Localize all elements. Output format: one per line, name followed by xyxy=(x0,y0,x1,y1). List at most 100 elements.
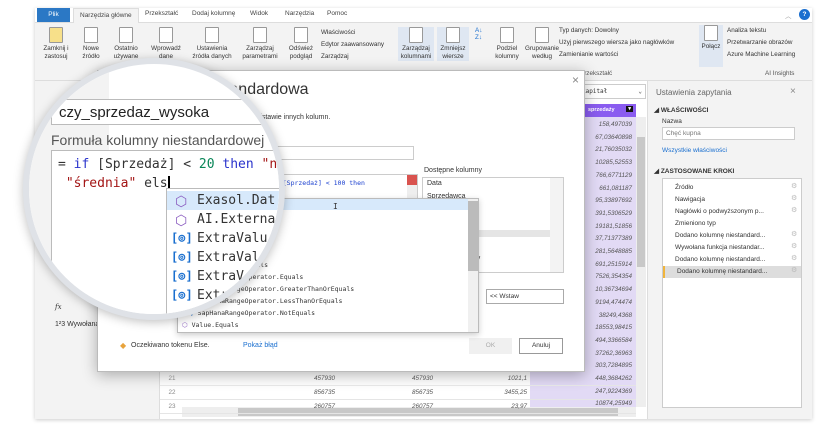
reduce-rows-button[interactable]: Zmniejsz wiersze xyxy=(437,27,469,61)
query-item[interactable]: 1²3 Wywołana xyxy=(55,321,99,328)
cell-value: 95,33897692 xyxy=(595,197,632,205)
refresh-preview-button[interactable]: Odśwież podgląd xyxy=(286,27,316,61)
applied-step[interactable]: Wywołana funkcja niestandar... xyxy=(663,242,801,254)
cell-value: 661,081187 xyxy=(599,184,632,192)
applied-step[interactable]: Zmieniono typ xyxy=(663,218,801,230)
applied-step[interactable]: Nagłówki o podwyższonym p... xyxy=(663,206,801,218)
split-icon xyxy=(500,27,514,43)
collapse-ribbon-icon[interactable]: ︿ xyxy=(785,10,792,20)
step-settings-gear-icon[interactable]: ⚙ xyxy=(791,242,797,250)
applied-step[interactable]: Źródło xyxy=(663,182,801,194)
cell-value: 158,497039 xyxy=(598,121,632,128)
new-source-button[interactable]: Nowe źródło xyxy=(77,27,105,61)
close-apply-icon xyxy=(49,27,63,43)
cell-value: 21,76035032 xyxy=(595,146,632,154)
autocomplete-item[interactable]: ⬡ Value.Equals xyxy=(182,321,239,329)
help-icon[interactable]: ? xyxy=(799,9,810,20)
applied-step[interactable]: Dodano kolumnę niestandard... xyxy=(663,254,801,266)
table-row: 21 457930 457930 1021,1 xyxy=(160,372,636,386)
applied-steps-header[interactable]: ◢ ZASTOSOWANE KROKI xyxy=(654,167,734,175)
mag-autocomplete-item[interactable]: [⊚] ExtraV xyxy=(167,267,279,286)
cell-value: 7526,354354 xyxy=(595,273,632,281)
cell-value: 18553,98415 xyxy=(595,324,632,332)
step-settings-gear-icon[interactable]: ⚙ xyxy=(791,230,797,238)
magnifier: Zam czy_sprzedaz_wysoka Formuła kolumny … xyxy=(23,58,285,320)
mag-autocomplete-item[interactable]: [⊚] ExtraValu xyxy=(167,229,279,248)
data-type-dropdown[interactable]: Typ danych: Dowolny xyxy=(559,27,619,34)
query-name-input[interactable]: Chęć kupna xyxy=(662,127,795,140)
first-row-headers-button[interactable]: Użyj pierwszego wiersza jako nagłówków xyxy=(559,39,674,46)
text-analytics-button[interactable]: Analiza tekstu xyxy=(727,27,766,34)
cell-value: 10285,52553 xyxy=(595,159,632,167)
available-column-item[interactable]: Data xyxy=(427,180,442,187)
applied-step[interactable]: Nawigacja xyxy=(663,194,801,206)
ok-button[interactable]: OK xyxy=(469,338,512,354)
mag-autocomplete-item[interactable]: [⊚] Extr xyxy=(167,286,279,305)
applied-steps-list: Źródło ⚙ Nawigacja ⚙ Nagłówki o podwyższonym… xyxy=(662,178,802,408)
cell-value: 281,5648885 xyxy=(595,248,632,255)
properties-button[interactable]: Właściwości xyxy=(321,29,355,36)
step-settings-gear-icon[interactable]: ⚙ xyxy=(791,266,797,274)
tab-add-column[interactable]: Dodaj kolumnę xyxy=(192,10,235,17)
cell-value: 67,03640898 xyxy=(595,133,632,141)
mag-autocomplete-label: Extr xyxy=(197,288,229,303)
azure-ml-button[interactable]: Azure Machine Learning xyxy=(727,51,795,58)
cell-value: 856735 xyxy=(411,389,433,396)
properties-header[interactable]: ◢ WŁAŚCIWOŚCI xyxy=(654,106,708,114)
row-number: 22 xyxy=(168,389,176,396)
step-settings-gear-icon[interactable]: ⚙ xyxy=(791,182,797,190)
filter-icon[interactable]: ▾ xyxy=(626,106,633,112)
mag-autocomplete-label: AI.Externa xyxy=(197,212,276,227)
show-error-link[interactable]: Pokaż błąd xyxy=(243,342,278,349)
tab-tools[interactable]: Narzędzia xyxy=(285,10,314,17)
text-cursor-icon: I xyxy=(333,202,338,211)
tab-transform[interactable]: Przekształć xyxy=(145,10,178,17)
group-by-button[interactable]: Grupowanie według xyxy=(524,27,560,61)
source-settings-button[interactable]: Ustawienia źródła danych xyxy=(190,27,234,61)
dialog-close-icon[interactable]: × xyxy=(572,73,579,87)
cell-value: 457930 xyxy=(411,375,433,382)
table-row: 23 260757 260757 23,97 xyxy=(160,400,636,414)
mag-autocomplete-item[interactable]: ⬡ AI.Externa xyxy=(167,210,279,229)
cell-value: 38249,4368 xyxy=(598,311,632,319)
vision-button[interactable]: Przetwarzanie obrazów xyxy=(727,39,792,46)
row-number: 21 xyxy=(168,375,176,382)
value-icon: [⊚] xyxy=(171,269,193,283)
applied-step[interactable]: Dodano kolumnę niestandard... xyxy=(663,230,801,242)
column-dropdown[interactable]: kapitał ⌄ xyxy=(578,84,646,99)
manage-columns-button[interactable]: Zarządzaj kolumnami xyxy=(398,27,434,61)
tab-help[interactable]: Pomoc xyxy=(327,10,347,17)
sort-icon[interactable]: A↓ Z↓ xyxy=(475,27,482,41)
step-settings-gear-icon[interactable]: ⚙ xyxy=(791,206,797,214)
tab-file[interactable]: Plik xyxy=(37,8,70,22)
cell-value: 494,3366584 xyxy=(595,336,632,344)
vertical-scrollbar[interactable] xyxy=(636,117,646,407)
columns-icon xyxy=(409,27,423,43)
manage-button[interactable]: Zarządzaj xyxy=(321,53,349,60)
cell-value: 1021,1 xyxy=(507,375,527,382)
clock-icon xyxy=(119,27,133,43)
mag-autocomplete-item[interactable]: ⬡ Exasol.Dat xyxy=(167,191,279,210)
cell-value: 37,71377389 xyxy=(595,235,632,243)
step-settings-gear-icon[interactable]: ⚙ xyxy=(791,194,797,202)
tab-home[interactable]: Narzędzia główne xyxy=(73,8,139,23)
mag-autocomplete-item[interactable]: [⊚] ExtraVal xyxy=(167,248,279,267)
cell-value: 856735 xyxy=(313,389,335,396)
cell-value: 23,97 xyxy=(511,403,527,410)
name-label: Nazwa xyxy=(662,118,682,125)
close-icon[interactable]: × xyxy=(790,86,796,97)
combine-button[interactable]: Połącz xyxy=(699,25,723,67)
split-column-button[interactable]: Podziel kolumny xyxy=(491,27,523,61)
step-settings-gear-icon[interactable]: ⚙ xyxy=(791,254,797,262)
cell-value: 766,6771129 xyxy=(595,171,632,179)
close-apply-button[interactable]: Zamknij i zastosuj xyxy=(39,27,73,61)
tab-view[interactable]: Widok xyxy=(250,10,268,17)
manage-parameters-button[interactable]: Zarządzaj parametrami xyxy=(238,27,282,61)
advanced-editor-button[interactable]: Edytor zaawansowany xyxy=(321,41,384,48)
mag-column-name-input[interactable]: czy_sprzedaz_wysoka xyxy=(51,99,279,125)
enter-data-button[interactable]: Wprowadź dane xyxy=(149,27,183,61)
recent-sources-button[interactable]: Ostatnio używane xyxy=(109,27,143,61)
applied-step[interactable]: Dodano kolumnę niestandard... xyxy=(663,266,801,278)
replace-values-button[interactable]: Zamienianie wartości xyxy=(559,51,618,58)
all-properties-link[interactable]: Wszystkie właściwości xyxy=(662,147,727,154)
